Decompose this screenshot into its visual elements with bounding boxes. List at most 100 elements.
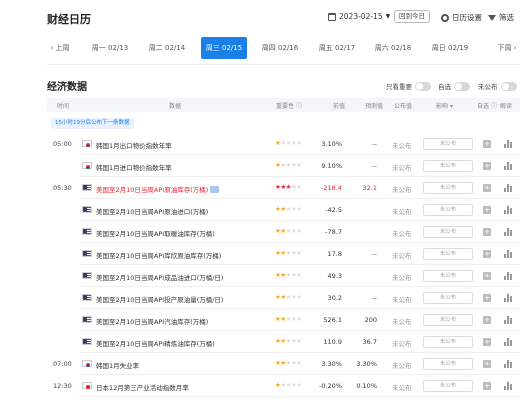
table-row[interactable]: 05:30 美国至2月10日当周API原油库存(万桶) ★★★★★ -218.4 32.…: [47, 177, 520, 199]
row-indicator-name[interactable]: 美国至2月10日当周API精炼油库存(万桶): [96, 338, 215, 348]
row-indicator-name[interactable]: 韩国1月出口物价指数年率: [96, 140, 172, 150]
flag-us-icon: [82, 228, 92, 235]
add-watch-icon[interactable]: +: [483, 206, 491, 214]
row-indicator-name[interactable]: 美国至2月10日当周API成品油进口(万桶/日): [96, 272, 223, 282]
calendar-settings-label: 日历设置: [452, 13, 482, 22]
importance-stars: ★★★★★: [275, 381, 302, 389]
row-previous: -0.20%: [319, 382, 342, 390]
add-watch-icon[interactable]: +: [483, 272, 491, 280]
row-indicator-name[interactable]: 美国至2月10日当周API取暖油库存(万桶): [96, 228, 215, 238]
bar-chart-icon[interactable]: [504, 382, 512, 390]
filter-button[interactable]: 筛选: [488, 12, 514, 23]
row-indicator-name[interactable]: 美国至2月10日当周API投产原油量(万桶/日): [96, 294, 223, 304]
row-actual: 未公布: [392, 252, 412, 260]
table-row[interactable]: 美国至2月10日当周API投产原油量(万桶/日) ★★★★★ 30.2 -- 未公布 未公…: [47, 287, 520, 309]
row-impact-box: 未公布: [423, 248, 473, 260]
detail-badge-icon[interactable]: [210, 186, 220, 193]
add-watch-icon[interactable]: +: [483, 294, 491, 302]
flag-us-icon: [82, 294, 92, 301]
row-previous: 49.3: [327, 272, 342, 280]
important-only-toggle[interactable]: 只看重要: [386, 81, 431, 91]
row-actual: 未公布: [392, 164, 412, 172]
row-indicator-name[interactable]: 美国至2月10日当周API原油库存(万桶): [96, 184, 220, 194]
add-watch-icon[interactable]: +: [483, 250, 491, 258]
table-row[interactable]: 美国至2月10日当周API库欣原油库存(万桶) ★★★★★ 17.8 -- 未公布 未公布…: [47, 243, 520, 265]
row-indicator-name[interactable]: 韩国1月进口物价指数年率: [96, 162, 172, 172]
add-watch-icon[interactable]: +: [483, 140, 491, 148]
table-row[interactable]: 12:30 日本12月第三产业活动指数月率 ★★★★★ -0.20% 0.10% 未公布 未…: [47, 375, 520, 397]
table-row[interactable]: 美国至2月10日当周API原油进口(万桶) ★★★★★ -42.5 未公布 未公布 +: [47, 199, 520, 221]
add-watch-icon[interactable]: +: [483, 338, 491, 346]
table-row[interactable]: 05:00 韩国1月出口物价指数年率 ★★★★★ 3.10% -- 未公布 未公布 +: [47, 133, 520, 155]
tab-day-tue[interactable]: 周二 02/14: [144, 37, 190, 59]
add-watch-icon[interactable]: +: [483, 162, 491, 170]
star-icon: ★: [296, 161, 302, 169]
row-indicator-name[interactable]: 美国至2月10日当周API汽油库存(万桶): [96, 316, 208, 326]
tab-day-mon[interactable]: 周一 02/13: [87, 37, 133, 59]
bar-chart-icon[interactable]: [504, 140, 512, 148]
row-actual: 未公布: [392, 296, 412, 304]
day-tabs: ‹ 上周 周一 02/13 周二 02/14 周三 02/15 周四 02/16…: [47, 37, 520, 59]
bar-chart-icon[interactable]: [504, 206, 512, 214]
bar-chart-icon[interactable]: [504, 250, 512, 258]
row-time: 05:00: [53, 140, 72, 148]
bar-chart-icon[interactable]: [504, 360, 512, 368]
table-row[interactable]: 07:00 韩国1月失业率 ★★★★★ 3.30% 3.30% 未公布 未公布 +: [47, 353, 520, 375]
col-impact[interactable]: 影响 ▾: [436, 101, 453, 110]
bar-chart-icon[interactable]: [504, 338, 512, 346]
table-row[interactable]: 美国至2月10日当周API取暖油库存(万桶) ★★★★★ -78.7 未公布 未公布 +: [47, 221, 520, 243]
flag-us-icon: [82, 184, 92, 191]
add-watch-icon[interactable]: +: [483, 360, 491, 368]
bar-chart-icon[interactable]: [504, 162, 512, 170]
importance-stars: ★★★★★: [275, 271, 302, 279]
row-indicator-name[interactable]: 美国至2月10日当周API库欣原油库存(万桶): [96, 250, 221, 260]
bar-chart-icon[interactable]: [504, 294, 512, 302]
row-previous: 17.8: [327, 250, 342, 258]
gear-icon: [441, 13, 449, 22]
bar-chart-icon[interactable]: [504, 316, 512, 324]
tab-day-wed[interactable]: 周三 02/15: [201, 37, 247, 59]
tab-day-sun[interactable]: 周日 02/19: [427, 37, 473, 59]
back-to-today-button[interactable]: 回到今日: [394, 10, 430, 23]
next-week-button[interactable]: 下周 ›: [494, 37, 520, 59]
tab-day-sat[interactable]: 周六 02/18: [370, 37, 416, 59]
bar-chart-icon[interactable]: [504, 184, 512, 192]
calendar-settings-button[interactable]: 日历设置: [441, 12, 482, 23]
row-forecast: 3.30%: [356, 360, 377, 368]
next-release-notice: 15小时19分后公布下一条数据: [51, 118, 134, 129]
row-indicator-name[interactable]: 日本12月第三产业活动指数月率: [96, 382, 189, 392]
toggle-switch[interactable]: [500, 81, 517, 91]
col-time: 时间: [57, 103, 70, 110]
add-watch-icon[interactable]: +: [483, 382, 491, 390]
col-importance: 重要性 ⓘ: [276, 103, 302, 110]
row-previous: 30.2: [327, 294, 342, 302]
row-previous: 526.1: [323, 316, 342, 324]
star-icon: ★: [296, 359, 302, 367]
table-row[interactable]: 美国至2月10日当周API精炼油库存(万桶) ★★★★★ 110.9 36.7 未公布 未…: [47, 331, 520, 353]
tab-day-thu[interactable]: 周四 02/16: [257, 37, 303, 59]
date-picker[interactable]: 2023-02-15 ▼: [328, 12, 390, 21]
prev-week-button[interactable]: ‹ 上周: [47, 37, 73, 59]
table-row[interactable]: 韩国1月进口物价指数年率 ★★★★★ 9.10% -- 未公布 未公布 +: [47, 155, 520, 177]
toggle-switch[interactable]: [415, 81, 431, 91]
watchlist-toggle[interactable]: 自选: [438, 81, 470, 91]
add-watch-icon[interactable]: +: [483, 316, 491, 324]
tab-day-fri[interactable]: 周五 02/17: [314, 37, 360, 59]
importance-stars: ★★★★★: [275, 293, 302, 301]
filter-label: 筛选: [499, 13, 514, 22]
toggle-switch[interactable]: [454, 81, 470, 91]
table-row[interactable]: 美国至2月10日当周API成品油进口(万桶/日) ★★★★★ 49.3 未公布 未公布 +: [47, 265, 520, 287]
row-impact-box: 未公布: [423, 226, 473, 238]
row-actual: 未公布: [392, 230, 412, 238]
row-indicator-name[interactable]: 韩国1月失业率: [96, 360, 139, 370]
add-watch-icon[interactable]: +: [483, 184, 491, 192]
bar-chart-icon[interactable]: [504, 272, 512, 280]
table-row[interactable]: 美国至2月10日当周API汽油库存(万桶) ★★★★★ 526.1 200 未公布 未公布…: [47, 309, 520, 331]
row-divider: [80, 396, 520, 397]
bar-chart-icon[interactable]: [504, 228, 512, 236]
col-interpret: 解读: [500, 103, 513, 110]
col-watch: 自选 ⓘ: [477, 103, 497, 110]
unreleased-toggle[interactable]: 未公布: [478, 81, 517, 91]
add-watch-icon[interactable]: +: [483, 228, 491, 236]
row-indicator-name[interactable]: 美国至2月10日当周API原油进口(万桶): [96, 206, 208, 216]
